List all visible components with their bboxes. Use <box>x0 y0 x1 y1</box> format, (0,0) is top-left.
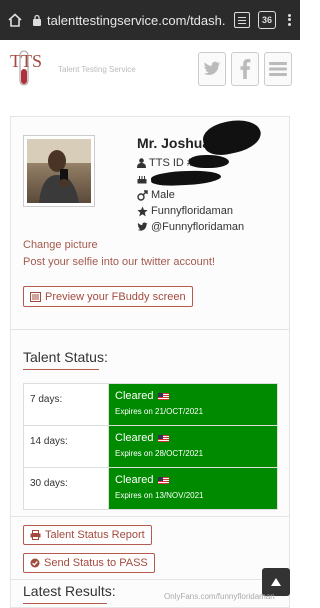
twitter-icon <box>203 61 221 76</box>
divider <box>11 579 289 580</box>
expiry-text: Expires on 13/NOV/2021 <box>115 491 204 500</box>
redaction-mark <box>189 155 229 168</box>
tts-id-label: TTS ID # <box>149 157 194 169</box>
reader-mode-icon[interactable] <box>234 12 250 28</box>
status-label: Cleared <box>115 432 154 444</box>
nickname-text: Funnyfloridaman <box>151 205 233 217</box>
print-icon <box>30 530 41 540</box>
expiry-text: Expires on 28/OCT/2021 <box>115 449 204 458</box>
latest-results-title: Latest Results: <box>23 583 116 599</box>
latest-results-underline <box>23 603 107 604</box>
url-text: talenttestingservice.com/tdash. <box>47 12 226 28</box>
period-cell: 30 days: <box>23 467 109 510</box>
address-bar[interactable]: talenttestingservice.com/tdash. <box>32 13 226 28</box>
talent-status-title: Talent Status: <box>23 349 108 365</box>
send-status-button[interactable]: Send Status to PASS <box>23 553 155 573</box>
status-label: Cleared <box>115 390 154 402</box>
status-label: Cleared <box>115 474 154 486</box>
twitter-button[interactable] <box>198 52 226 86</box>
lock-icon <box>33 14 41 26</box>
talent-status-underline <box>23 369 99 370</box>
home-icon[interactable] <box>6 11 24 29</box>
svg-text:TTS: TTS <box>10 51 42 71</box>
site-tagline: Talent Testing Service <box>58 64 136 74</box>
gender-text: Male <box>151 189 175 201</box>
watermark: OnlyFans.com/funnyfloridaman <box>164 592 275 601</box>
preview-fbuddy-button[interactable]: Preview your FBuddy screen <box>23 286 193 307</box>
tab-count-button[interactable]: 36 <box>258 11 276 29</box>
table-row: 30 days: Cleared Expires on 13/NOV/2021 <box>23 467 278 510</box>
us-flag-icon <box>157 434 169 442</box>
hamburger-icon <box>269 62 287 76</box>
star-icon <box>137 205 148 216</box>
chevron-up-icon <box>271 578 281 586</box>
twitter-small-icon <box>137 222 148 231</box>
period-cell: 7 days: <box>23 383 109 426</box>
talent-status-table: 7 days: Cleared Expires on 21/OCT/2021 1… <box>23 383 278 510</box>
preview-fbuddy-label: Preview your FBuddy screen <box>45 290 186 303</box>
hamburger-menu-button[interactable] <box>264 52 292 86</box>
status-cell: Cleared Expires on 13/NOV/2021 <box>108 467 278 510</box>
divider <box>11 329 289 330</box>
tts-logo[interactable]: TTS <box>8 45 52 93</box>
table-row: 7 days: Cleared Expires on 21/OCT/2021 <box>23 383 278 426</box>
browser-toolbar: talenttestingservice.com/tdash. 36 <box>0 0 300 40</box>
status-cell: Cleared Expires on 28/OCT/2021 <box>108 425 278 468</box>
gender-row: Male <box>137 187 287 203</box>
talent-status-report-button[interactable]: Talent Status Report <box>23 525 152 545</box>
table-row: 14 days: Cleared Expires on 28/OCT/2021 <box>23 425 278 468</box>
twitter-row: @Funnyfloridaman <box>137 219 287 235</box>
facebook-icon <box>240 59 251 79</box>
dashboard-panel: Mr. Joshua TTS ID # Male Funnyfloridaman… <box>10 115 290 608</box>
talent-status-report-label: Talent Status Report <box>45 529 145 541</box>
selfie-prompt: Post your selfie into our twitter accoun… <box>23 256 215 268</box>
twitter-handle: @Funnyfloridaman <box>151 221 245 233</box>
facebook-button[interactable] <box>231 52 259 86</box>
status-cell: Cleared Expires on 21/OCT/2021 <box>108 383 278 426</box>
change-picture-link[interactable]: Change picture <box>23 239 98 251</box>
profile-photo-image <box>27 139 91 203</box>
check-circle-icon <box>30 558 40 568</box>
us-flag-icon <box>157 392 169 400</box>
site-header: TTS Talent Testing Service <box>0 40 300 98</box>
male-icon <box>137 189 148 201</box>
nickname-row: Funnyfloridaman <box>137 203 287 219</box>
profile-photo[interactable] <box>23 135 95 207</box>
period-cell: 14 days: <box>23 425 109 468</box>
user-icon <box>137 158 146 168</box>
us-flag-icon <box>157 476 169 484</box>
send-status-label: Send Status to PASS <box>44 557 148 569</box>
expiry-text: Expires on 21/OCT/2021 <box>115 407 204 416</box>
birthday-cake-icon <box>137 176 147 184</box>
divider <box>11 516 289 517</box>
overflow-menu-icon[interactable] <box>284 11 294 29</box>
list-icon <box>30 291 41 302</box>
